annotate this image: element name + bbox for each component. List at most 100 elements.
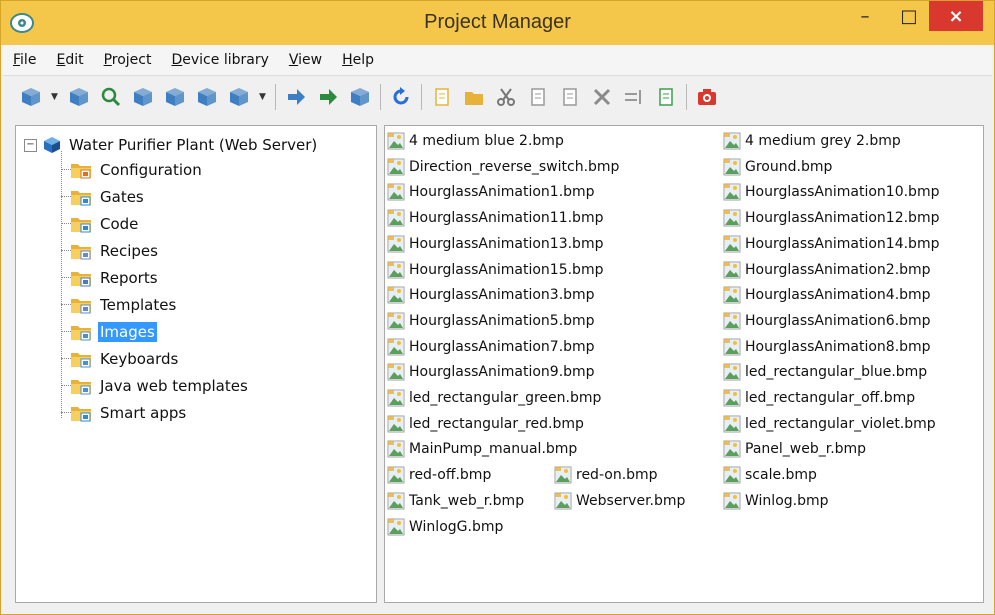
- file-item[interactable]: led_rectangular_blue.bmp: [723, 360, 927, 384]
- file-item[interactable]: led_rectangular_violet.bmp: [723, 412, 936, 436]
- tree-item-java-web-templates[interactable]: Java web templates: [61, 372, 250, 399]
- file-name: 4 medium blue 2.bmp: [409, 133, 564, 149]
- file-item[interactable]: red-off.bmp: [387, 463, 491, 487]
- dropdown-arrow-icon[interactable]: ▼: [259, 92, 267, 102]
- file-item[interactable]: Tank_web_r.bmp: [387, 489, 524, 513]
- folder-icon: [71, 244, 91, 259]
- delete-button[interactable]: [590, 85, 614, 109]
- file-item[interactable]: HourglassAnimation2.bmp: [723, 258, 931, 282]
- run-project-button[interactable]: [227, 85, 251, 109]
- file-item[interactable]: HourglassAnimation5.bmp: [387, 309, 595, 333]
- file-item[interactable]: HourglassAnimation7.bmp: [387, 335, 595, 359]
- folder-icon: [71, 325, 91, 340]
- tree-item-templates[interactable]: Templates: [61, 291, 250, 318]
- file-item[interactable]: Direction_reverse_switch.bmp: [387, 155, 619, 179]
- open-project-button[interactable]: [67, 85, 91, 109]
- title-bar[interactable]: Project Manager – □ ×: [1, 1, 994, 45]
- file-item[interactable]: led_rectangular_green.bmp: [387, 386, 601, 410]
- file-item[interactable]: red-on.bmp: [554, 463, 658, 487]
- file-item[interactable]: 4 medium blue 2.bmp: [387, 129, 564, 153]
- refresh-icon: [393, 87, 409, 105]
- file-item[interactable]: HourglassAnimation12.bmp: [723, 206, 939, 230]
- close-button[interactable]: ×: [929, 1, 983, 31]
- file-item[interactable]: HourglassAnimation4.bmp: [723, 283, 931, 307]
- bitmap-file-icon: [387, 261, 405, 278]
- refresh-button[interactable]: [389, 85, 413, 109]
- collapse-icon[interactable]: −: [24, 138, 37, 152]
- tree-item-gates[interactable]: Gates: [61, 183, 250, 210]
- file-item[interactable]: HourglassAnimation11.bmp: [387, 206, 603, 230]
- tree-item-keyboards[interactable]: Keyboards: [61, 345, 250, 372]
- menu-file[interactable]: File: [3, 45, 46, 75]
- copy-button[interactable]: [526, 85, 550, 109]
- project-tree[interactable]: − Water Purifier Plant (Web Server) Conf…: [15, 125, 377, 603]
- new-project-button[interactable]: [19, 85, 43, 109]
- file-item[interactable]: HourglassAnimation3.bmp: [387, 283, 595, 307]
- file-name: HourglassAnimation12.bmp: [745, 210, 940, 227]
- run-project-icon: [230, 88, 248, 106]
- pane-splitter[interactable]: [377, 125, 384, 603]
- file-item[interactable]: HourglassAnimation8.bmp: [723, 335, 931, 359]
- maximize-button[interactable]: □: [887, 1, 931, 31]
- file-item[interactable]: HourglassAnimation14.bmp: [723, 232, 939, 256]
- dropdown-arrow-icon[interactable]: ▼: [51, 92, 59, 102]
- properties-button[interactable]: [654, 85, 678, 109]
- menu-device-library[interactable]: Device library: [161, 45, 278, 75]
- file-item[interactable]: Ground.bmp: [723, 155, 832, 179]
- tree-item-images[interactable]: Images: [61, 318, 250, 345]
- project-delete-button[interactable]: [163, 85, 187, 109]
- tree-item-configuration[interactable]: Configuration: [61, 156, 250, 183]
- file-name: HourglassAnimation3.bmp: [409, 287, 595, 304]
- bitmap-file-icon: [723, 312, 741, 330]
- file-item[interactable]: led_rectangular_off.bmp: [723, 386, 915, 410]
- project-settings-button[interactable]: [131, 85, 155, 109]
- file-name: HourglassAnimation10.bmp: [745, 184, 940, 201]
- file-item[interactable]: HourglassAnimation13.bmp: [387, 232, 603, 256]
- cut-button[interactable]: [494, 85, 518, 109]
- tree-item-smart-apps[interactable]: Smart apps: [61, 399, 250, 426]
- file-item[interactable]: led_rectangular_red.bmp: [387, 412, 584, 436]
- tree-item-reports[interactable]: Reports: [61, 264, 250, 291]
- folder-icon: [71, 163, 91, 178]
- tree-item-code[interactable]: Code: [61, 210, 250, 237]
- tree-root-item[interactable]: − Water Purifier Plant (Web Server): [24, 134, 317, 156]
- file-item[interactable]: 4 medium grey 2.bmp: [723, 129, 901, 153]
- menu-edit[interactable]: Edit: [46, 45, 93, 75]
- file-item[interactable]: Panel_web_r.bmp: [723, 437, 866, 461]
- file-name: led_rectangular_red.bmp: [409, 415, 584, 432]
- new-file-button[interactable]: [430, 85, 454, 109]
- device-button[interactable]: [348, 85, 372, 109]
- file-item[interactable]: HourglassAnimation6.bmp: [723, 309, 931, 333]
- camera-button[interactable]: [695, 85, 719, 109]
- menu-help[interactable]: Help: [332, 45, 384, 75]
- file-item[interactable]: scale.bmp: [723, 463, 817, 487]
- file-item[interactable]: HourglassAnimation10.bmp: [723, 180, 939, 204]
- file-item[interactable]: HourglassAnimation9.bmp: [387, 360, 595, 384]
- file-item[interactable]: MainPump_manual.bmp: [387, 437, 577, 461]
- project-export-button[interactable]: [195, 85, 219, 109]
- file-list-pane[interactable]: 4 medium blue 2.bmp Direction_reverse_swi…: [384, 125, 984, 603]
- file-item[interactable]: HourglassAnimation15.bmp: [387, 258, 603, 282]
- file-item[interactable]: Winlog.bmp: [723, 489, 829, 513]
- file-item[interactable]: WinlogG.bmp: [387, 515, 503, 539]
- file-item[interactable]: Webserver.bmp: [554, 489, 685, 513]
- connect-button[interactable]: [284, 85, 308, 109]
- rename-button[interactable]: [622, 85, 646, 109]
- paste-button[interactable]: [558, 85, 582, 109]
- bitmap-file-icon: [723, 492, 741, 510]
- tree-item-recipes[interactable]: Recipes: [61, 237, 250, 264]
- menu-view[interactable]: View: [279, 45, 332, 75]
- search-project-button[interactable]: [99, 85, 123, 109]
- file-name: 4 medium grey 2.bmp: [745, 133, 901, 149]
- new-folder-button[interactable]: [462, 85, 486, 109]
- menu-project[interactable]: Project: [94, 45, 162, 75]
- file-name: HourglassAnimation9.bmp: [409, 364, 595, 381]
- minimize-button[interactable]: –: [843, 1, 887, 31]
- bitmap-file-icon: [723, 183, 741, 201]
- tree-item-label: Gates: [100, 187, 144, 206]
- bitmap-file-icon: [387, 518, 405, 535]
- paste-icon: [563, 88, 577, 106]
- file-item[interactable]: HourglassAnimation1.bmp: [387, 180, 595, 204]
- disconnect-button[interactable]: [316, 85, 340, 109]
- rename-icon: [625, 90, 641, 104]
